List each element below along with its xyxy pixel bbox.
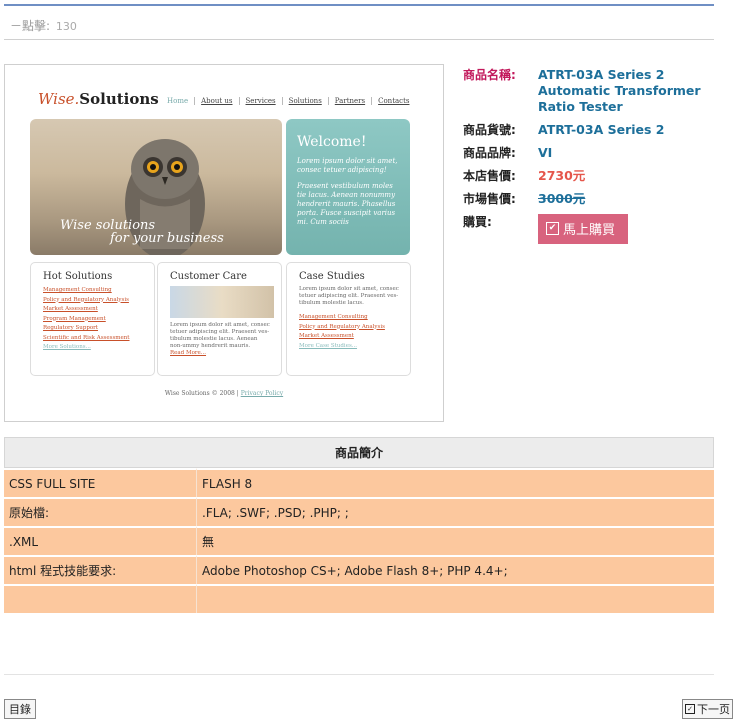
preview-list-item: Policy and Regulatory Analysis	[43, 296, 129, 303]
product-code-value: ATRT-03A Series 2	[538, 122, 665, 137]
table-header-row: 商品簡介	[4, 437, 714, 468]
preview-box-title: Hot Solutions	[43, 271, 113, 282]
buy-now-button[interactable]: ✔ 馬上購買	[538, 214, 629, 244]
table-row: .XML 無	[4, 526, 714, 555]
preview-footer: Wise Solutions © 2008 | Privacy Policy	[5, 390, 443, 397]
preview-nav-item: Contacts	[371, 97, 415, 105]
top-divider	[4, 4, 714, 6]
store-price-label: 本店售價:	[463, 169, 516, 183]
table-row	[4, 584, 714, 613]
preview-nav-item: Home	[167, 97, 189, 105]
table-cell-value: .FLA; .SWF; .PSD; .PHP; ;	[197, 497, 714, 526]
product-code-label: 商品貨號:	[463, 123, 516, 137]
preview-logo: Wise.Solutions	[38, 90, 159, 108]
checkmark-icon: ✔	[546, 222, 559, 235]
preview-welcome-text: Praesent vestibulum moles tie lacus. Aen…	[297, 182, 396, 226]
next-page-label: 下一页	[697, 703, 730, 716]
preview-list-item: Management Consulting	[299, 314, 368, 320]
preview-hot-solutions: Hot Solutions Management Consulting Poli…	[30, 262, 155, 376]
table-cell-value: 無	[197, 526, 714, 555]
bottom-divider	[4, 674, 714, 675]
table-cell-key: html 程式技能要求:	[4, 555, 197, 584]
preview-nav-item: Services	[238, 97, 282, 105]
preview-banner-tagline: Wise solutions for your business	[60, 219, 224, 245]
table-cell-key: CSS FULL SITE	[4, 468, 197, 497]
hits-divider	[4, 39, 714, 40]
preview-list-item: Management Consulting	[43, 287, 112, 293]
preview-box-title: Customer Care	[170, 271, 247, 282]
product-intro-table: 商品簡介 CSS FULL SITE FLASH 8 原始檔: .FLA; .S…	[4, 437, 714, 613]
store-price-value: 2730元	[538, 168, 586, 183]
preview-welcome-panel: Welcome! Lorem ipsum dolor sit amet, con…	[286, 119, 410, 255]
market-price-label: 市場售價:	[463, 192, 516, 206]
buy-cell: ✔ 馬上購買	[538, 214, 718, 244]
hit-counter-value: 130	[55, 20, 77, 33]
table-row: html 程式技能要求: Adobe Photoshop CS+; Adobe …	[4, 555, 714, 584]
buy-label: 購買:	[463, 215, 492, 229]
preview-case-text: Lorem ipsum dolor sit amet, consec tetue…	[299, 286, 399, 306]
buy-now-label: 馬上購買	[563, 223, 616, 238]
preview-nav: Home About us Services Solutions Partner…	[161, 97, 416, 105]
preview-customer-care: Customer Care Lorem ipsum dolor sit amet…	[157, 262, 282, 376]
product-name-value: ATRT-03A Series 2 Automatic Transformer …	[538, 67, 701, 114]
market-price-value: 3000元	[538, 191, 586, 206]
preview-welcome-text: Lorem ipsum dolor sit amet, consec tetue…	[297, 157, 398, 174]
store-price-row: 本店售價: 2730元	[463, 168, 723, 184]
preview-case-studies: Case Studies Lorem ipsum dolor sit amet,…	[286, 262, 411, 376]
preview-list-item: Policy and Regulatory Analysis	[299, 323, 385, 330]
preview-care-text: Lorem ipsum dolor sit amet, consec tetue…	[170, 322, 270, 349]
product-preview-image: Wise.Solutions Home About us Services So…	[4, 64, 444, 422]
preview-list-item: More Solutions...	[43, 344, 91, 350]
table-cell-key: .XML	[4, 526, 197, 555]
preview-welcome-title: Welcome!	[297, 134, 367, 150]
product-brand-row: 商品品牌: VI	[463, 145, 723, 161]
preview-nav-item: About us	[194, 97, 238, 105]
preview-footer-link: Privacy Policy	[240, 390, 284, 397]
preview-list-item: Program Management	[43, 315, 106, 322]
product-code-row: 商品貨號: ATRT-03A Series 2	[463, 122, 723, 138]
table-row: 原始檔: .FLA; .SWF; .PSD; .PHP; ;	[4, 497, 714, 526]
product-info: 商品名稱: ATRT-03A Series 2 Automatic Transf…	[463, 67, 723, 251]
preview-list-item: Scientific and Risk Assessment	[43, 334, 130, 341]
preview-footer-text: Wise Solutions © 2008 |	[164, 390, 239, 397]
catalog-button[interactable]: 目錄	[4, 699, 36, 719]
next-page-button[interactable]: ✓ 下一页	[682, 699, 733, 719]
checkbox-icon: ✓	[685, 704, 695, 714]
preview-list-item: More Case Studies...	[299, 342, 358, 349]
preview-nav-item: Partners	[327, 97, 371, 105]
preview-list-item: Regulatory Support	[43, 325, 99, 331]
product-name-label: 商品名稱:	[463, 68, 516, 82]
preview-nav-item: Solutions	[281, 97, 328, 105]
preview-logo-wise: Wise.	[38, 90, 80, 108]
table-cell-value	[197, 584, 714, 613]
hit-counter: －點擊: 130	[10, 17, 77, 34]
table-cell-key	[4, 584, 197, 613]
table-cell-value: Adobe Photoshop CS+; Adobe Flash 8+; PHP…	[197, 555, 714, 584]
preview-logo-solutions: Solutions	[79, 90, 159, 108]
preview-care-more: Read More...	[170, 350, 207, 356]
market-price-row: 市場售價: 3000元	[463, 191, 723, 207]
hit-counter-label: －點擊:	[10, 19, 51, 33]
product-brand-label: 商品品牌:	[463, 146, 516, 160]
preview-care-photo	[170, 286, 274, 318]
table-cell-key: 原始檔:	[4, 497, 197, 526]
preview-list-item: Market Assessment	[43, 306, 98, 312]
preview-list-item: Market Assessment	[299, 333, 354, 339]
intro-title: 商品簡介	[4, 437, 714, 468]
preview-banner: Wise solutions for your business	[30, 119, 282, 255]
product-name-row: 商品名稱: ATRT-03A Series 2 Automatic Transf…	[463, 67, 723, 115]
preview-box-title: Case Studies	[299, 271, 365, 282]
table-row: CSS FULL SITE FLASH 8	[4, 468, 714, 497]
product-brand-value: VI	[538, 145, 553, 160]
buy-row: 購買: ✔ 馬上購買	[463, 214, 723, 244]
preview-banner-tagline-2: for your business	[110, 231, 224, 246]
table-cell-value: FLASH 8	[197, 468, 714, 497]
